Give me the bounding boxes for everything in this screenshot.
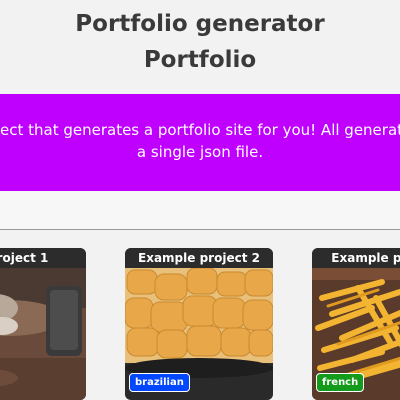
project-card-2[interactable]: Example project 2 brazilian <box>125 248 273 400</box>
project-gallery: e project 1 Example project 2 <box>0 230 400 400</box>
project-card-title: e project 1 <box>0 248 86 268</box>
project-card-title: Example project 2 <box>125 248 273 268</box>
tag-badge[interactable]: french <box>316 373 365 392</box>
page-title: Portfolio <box>143 47 257 73</box>
banner-text-line1: ect that generates a portfolio site for … <box>0 121 400 139</box>
tag-filter-bar: g <box>0 191 400 230</box>
site-header: Portfolio generator Portfolio <box>0 0 400 94</box>
site-title: Portfolio generator <box>75 11 325 37</box>
intro-banner: ect that generates a portfolio site for … <box>0 94 400 191</box>
tag-badge[interactable]: brazilian <box>129 373 190 392</box>
page: Portfolio generator Portfolio ect that g… <box>0 0 400 400</box>
project-image-1 <box>0 268 86 400</box>
project-card-3[interactable]: Example project <box>312 248 400 400</box>
project-card-title: Example project <box>312 248 400 268</box>
filter-label[interactable]: g <box>0 203 1 216</box>
project-card-1[interactable]: e project 1 <box>0 248 86 400</box>
banner-text-line2: a single json file. <box>136 143 264 161</box>
